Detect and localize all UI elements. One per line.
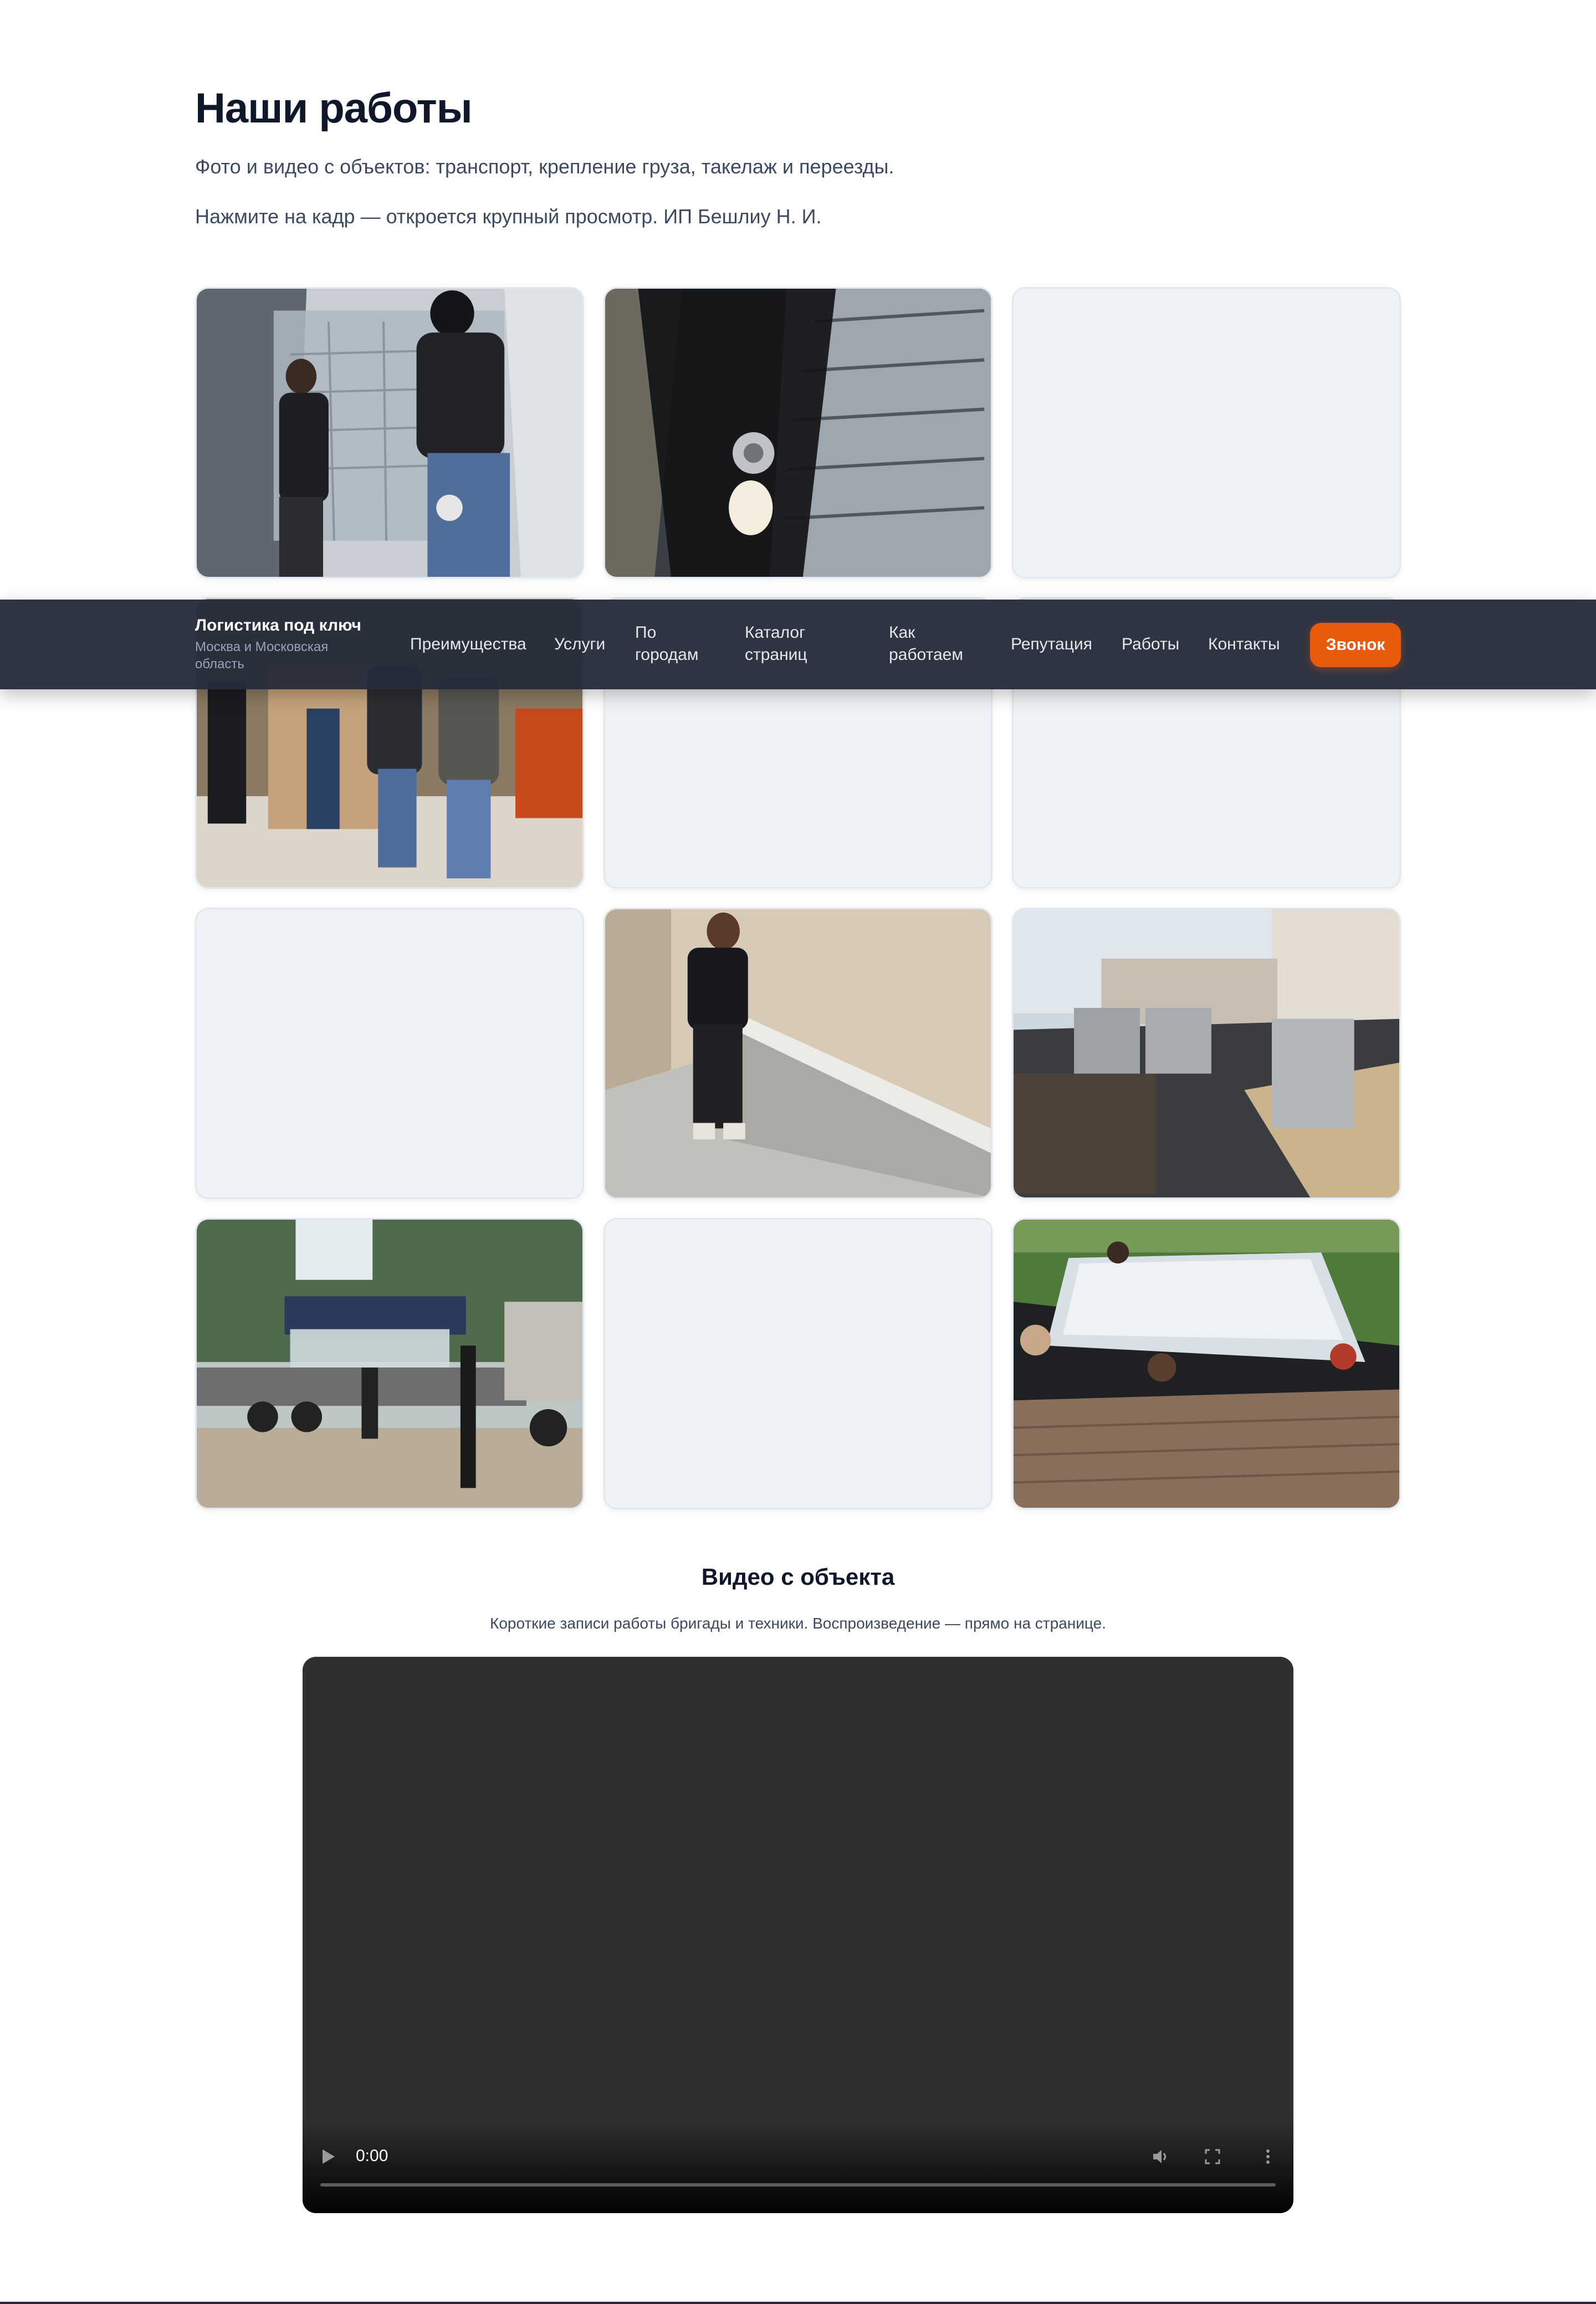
more-options-icon[interactable] [1258, 2147, 1278, 2167]
gallery-photo-crane-truck[interactable] [195, 1218, 584, 1509]
video-section-title: Видео с объекта [701, 1564, 895, 1590]
play-icon[interactable] [323, 2149, 335, 2164]
page-bottom-border [0, 2302, 1596, 2304]
top-navbar: Логистика под ключ Москва и Московская о… [0, 600, 1596, 689]
photo-image [197, 1220, 582, 1508]
video-controls-gradient [303, 2119, 1293, 2213]
photo-image [1014, 1220, 1399, 1508]
gallery-placeholder[interactable] [603, 1218, 993, 1509]
gallery-placeholder[interactable] [1012, 287, 1401, 578]
photo-image [605, 289, 991, 577]
photo-image [197, 289, 582, 577]
gallery-placeholder[interactable] [195, 908, 584, 1199]
call-button[interactable]: Звонок [1310, 623, 1401, 667]
gallery-photo-rooftop-units[interactable] [1012, 908, 1401, 1199]
gallery-photo-pool-install[interactable] [1012, 1218, 1401, 1509]
nav-link-contacts[interactable]: Контакты [1208, 633, 1280, 656]
page-title: Наши работы [195, 85, 473, 132]
brand-name[interactable]: Логистика под ключ [195, 616, 361, 635]
gallery-photo-glass-closeup[interactable] [603, 287, 993, 578]
works-lead-2: Нажмите на кадр — откроется крупный прос… [195, 205, 822, 228]
video-progress-track[interactable] [320, 2183, 1276, 2187]
fullscreen-icon[interactable] [1203, 2147, 1222, 2167]
nav-link-services[interactable]: Услуги [554, 633, 605, 656]
photo-image [1014, 909, 1399, 1197]
nav-link-works[interactable]: Работы [1122, 633, 1179, 656]
photo-image [605, 909, 991, 1197]
brand-region: Москва и Московская область [195, 639, 329, 672]
video-player[interactable]: 0:00 [303, 1657, 1293, 2213]
video-current-time: 0:00 [356, 2147, 388, 2165]
nav-link-advantages[interactable]: Преимущества [410, 633, 526, 656]
nav-link-catalog[interactable]: Каталог страниц [745, 622, 839, 666]
volume-icon[interactable] [1150, 2147, 1170, 2167]
works-lead-1: Фото и видео с объектов: транспорт, креп… [195, 155, 894, 178]
nav-link-reputation[interactable]: Репутация [1011, 633, 1092, 656]
nav-link-cities[interactable]: По городам [635, 622, 718, 666]
gallery-photo-wall-panel[interactable] [603, 908, 993, 1199]
nav-link-how-we-work[interactable]: Как работаем [889, 622, 972, 666]
video-section-subtitle: Короткие записи работы бригады и техники… [490, 1615, 1106, 1632]
gallery-photo-glass-installers[interactable] [195, 287, 584, 578]
works-gallery [195, 287, 1401, 1509]
